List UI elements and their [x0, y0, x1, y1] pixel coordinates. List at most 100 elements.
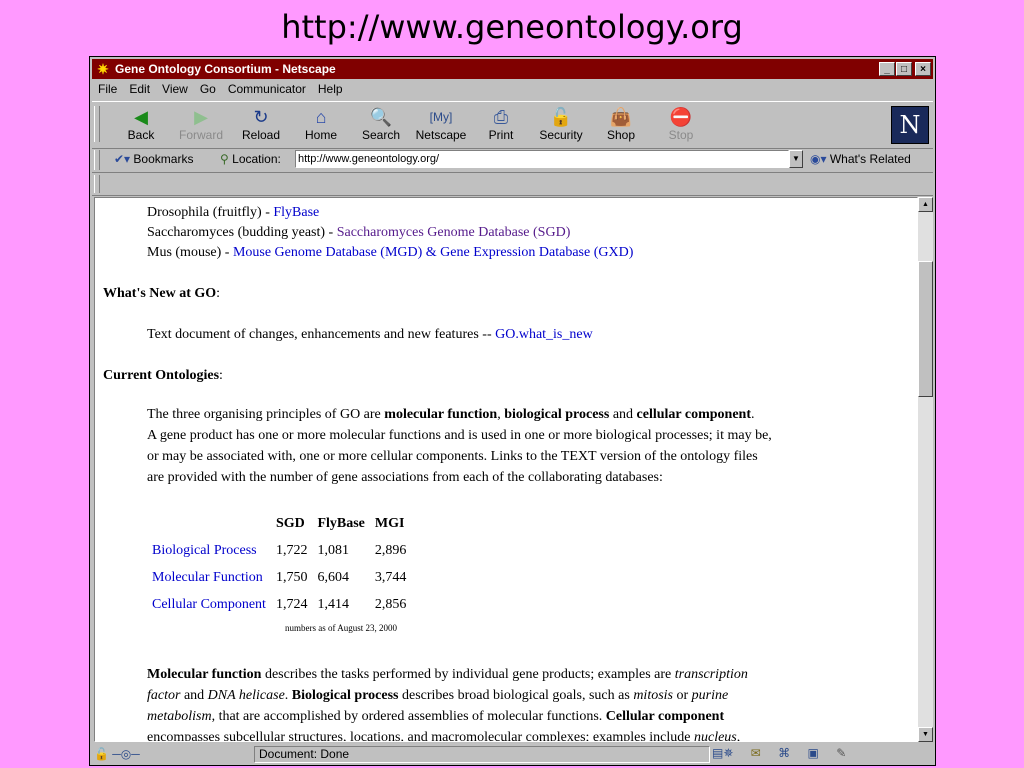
menu-communicator[interactable]: Communicator	[228, 82, 306, 96]
stop-button[interactable]: ⛔ Stop	[652, 106, 710, 142]
lock-status-icon: 🔓	[94, 747, 109, 761]
sgd-link[interactable]: Saccharomyces Genome Database (SGD)	[337, 225, 571, 240]
whats-new-heading-line: What's New at GO:	[103, 286, 221, 301]
table-cell: 1,081	[317, 542, 349, 558]
window-title: Gene Ontology Consortium - Netscape	[115, 62, 336, 76]
whats-related-label: What's Related	[829, 152, 911, 166]
table-row: Biological Process 1,722 1,081 2,896	[147, 537, 411, 564]
reload-icon: ↻	[253, 107, 269, 127]
biological-process-link[interactable]: Biological Process	[152, 543, 257, 558]
home-button[interactable]: ⌂ Home	[292, 106, 350, 142]
composer-icon[interactable]: ▣	[808, 746, 819, 760]
url-input[interactable]	[295, 150, 789, 168]
desc-italic: factor	[147, 688, 181, 703]
location-icon: ⚲	[220, 152, 229, 166]
close-button[interactable]: ×	[915, 62, 931, 76]
whats-new-line: Text document of changes, enhancements a…	[147, 324, 593, 345]
slide-title: http://www.geneontology.org	[281, 8, 743, 46]
vertical-scrollbar[interactable]: ▲ ▼	[918, 197, 933, 742]
flybase-link[interactable]: FlyBase	[273, 205, 319, 220]
home-icon: ⌂	[315, 107, 327, 127]
table-cell: 1,724	[275, 596, 308, 612]
status-bar: 🔓 ─◎─ Document: Done ▤✵ ✉ ⌘ ▣ ✎	[92, 745, 933, 764]
netscape-button[interactable]: [My] Netscape	[412, 106, 470, 142]
whats-related-icon: ◉▾	[810, 152, 827, 166]
bookmarks-button[interactable]: ✔▾ Bookmarks	[114, 152, 193, 166]
whats-related-button[interactable]: ◉▾ What's Related	[810, 152, 911, 166]
table-note: numbers as of August 23, 2000	[285, 623, 397, 633]
shop-button[interactable]: 👜 Shop	[592, 106, 650, 142]
discussions-icon[interactable]: ⌘	[778, 746, 790, 760]
whats-new-heading: What's New at GO	[103, 286, 217, 301]
table-row: Cellular Component 1,724 1,414 2,856	[147, 591, 411, 618]
maximize-button[interactable]: □	[896, 62, 912, 76]
menu-file[interactable]: File	[98, 82, 117, 96]
intro-line-3: or may be associated with, one or more c…	[147, 449, 758, 464]
print-button[interactable]: ⎙ Print	[472, 106, 530, 142]
back-button[interactable]: ◀ Back	[112, 106, 170, 142]
table-row: Molecular Function 1,750 6,604 3,744	[147, 564, 411, 591]
menu-view[interactable]: View	[162, 82, 188, 96]
search-button[interactable]: 🔍 Search	[352, 106, 410, 142]
reload-label: Reload	[241, 128, 281, 142]
table-cell: 1,750	[275, 569, 308, 585]
desc-text: describes the tasks performed by individ…	[261, 667, 675, 682]
netscape-logo[interactable]: N	[891, 106, 929, 144]
desc-text: describes broad biological goals, such a…	[398, 688, 634, 703]
mgd-link[interactable]: Mouse Genome Database (MGD) & Gene Expre…	[233, 245, 633, 260]
location-label-group: ⚲ Location:	[220, 152, 281, 166]
back-label: Back	[127, 128, 155, 142]
forward-button[interactable]: ▶ Forward	[172, 106, 230, 142]
desc-bp: Biological process	[291, 688, 399, 703]
reload-button[interactable]: ↻ Reload	[232, 106, 290, 142]
search-icon: 🔍	[369, 107, 393, 127]
scroll-thumb[interactable]	[918, 261, 933, 397]
status-text: Document: Done	[254, 746, 710, 763]
cellular-component-link[interactable]: Cellular Component	[152, 597, 266, 612]
scroll-up-button[interactable]: ▲	[918, 197, 933, 212]
mail-icon[interactable]: ✉	[751, 746, 761, 760]
table-cell: 1,722	[275, 542, 308, 558]
molecular-function-link[interactable]: Molecular Function	[152, 570, 263, 585]
menu-help[interactable]: Help	[318, 82, 343, 96]
lock-icon: 🔓	[549, 107, 573, 127]
intro-line-4: are provided with the number of gene ass…	[147, 470, 663, 485]
desc-italic: DNA helicase	[207, 688, 285, 703]
intro-mf: molecular function	[384, 407, 498, 422]
location-grip[interactable]	[94, 150, 100, 170]
desc-text: encompasses subcellular structures, loca…	[147, 730, 694, 742]
desc-text: .	[284, 688, 292, 703]
personal-grip[interactable]	[94, 175, 100, 193]
desc-cc: Cellular component	[605, 709, 725, 724]
desc-text: ,	[736, 730, 741, 742]
current-ontologies-heading: Current Ontologies	[103, 368, 220, 383]
status-security-icons[interactable]: 🔓 ─◎─	[94, 747, 150, 761]
scroll-down-button[interactable]: ▼	[918, 727, 933, 742]
browser-window: ✷ Gene Ontology Consortium - Netscape _ …	[89, 56, 936, 766]
description-paragraph: Molecular function describes the tasks p…	[147, 664, 887, 742]
stop-label: Stop	[668, 128, 694, 142]
menu-go[interactable]: Go	[200, 82, 216, 96]
menu-bar: File Edit View Go Communicator Help	[92, 80, 933, 98]
location-toolbar: ✔▾ Bookmarks ⚲ Location: ▼ ◉▾ What's Rel…	[92, 148, 933, 173]
intro-cc: cellular component	[636, 407, 752, 422]
intro-bp: biological process	[504, 407, 610, 422]
menu-edit[interactable]: Edit	[129, 82, 150, 96]
stop-icon: ⛔	[669, 107, 693, 127]
resize-grip-icon[interactable]: ✎	[836, 746, 846, 760]
whats-new-link[interactable]: GO.what_is_new	[495, 327, 593, 342]
back-arrow-icon: ◀	[134, 107, 148, 127]
navigator-icon[interactable]: ▤✵	[712, 746, 733, 760]
desc-italic: mitosis	[633, 688, 673, 703]
desc-italic: purine	[691, 688, 729, 703]
title-bar: ✷ Gene Ontology Consortium - Netscape _ …	[92, 59, 933, 79]
intro-paragraph: The three organising principles of GO ar…	[147, 404, 887, 488]
connection-icon: ─◎─	[112, 747, 140, 761]
toolbar-grip[interactable]	[94, 106, 100, 142]
security-button[interactable]: 🔓 Security	[532, 106, 590, 142]
current-ontologies-heading-line: Current Ontologies:	[103, 368, 223, 383]
organism-name: Drosophila (fruitfly) -	[147, 205, 274, 220]
minimize-button[interactable]: _	[879, 62, 895, 76]
url-dropdown-button[interactable]: ▼	[789, 150, 803, 168]
organism-name: Saccharomyces (budding yeast) -	[147, 225, 337, 240]
